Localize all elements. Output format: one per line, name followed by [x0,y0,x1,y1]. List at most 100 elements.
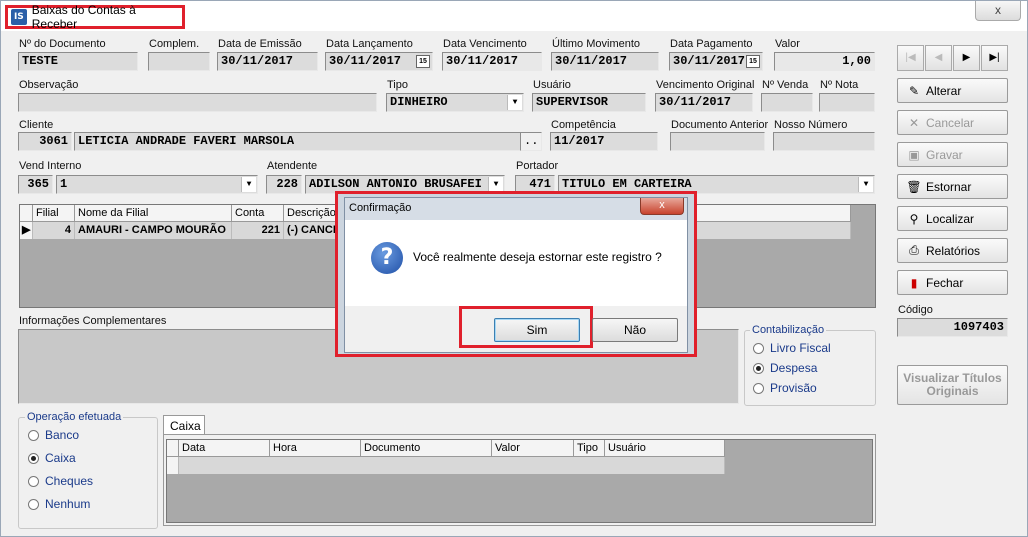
num-nota-field[interactable] [819,93,875,112]
no-button[interactable]: Não [592,318,678,342]
fechar-button[interactable]: ▮ Fechar [897,270,1008,295]
grid-header[interactable]: Valor [492,440,574,457]
label-vend-interno: Vend Interno [19,160,82,172]
usuario-field[interactable]: SUPERVISOR [532,93,646,112]
data-lanc-field[interactable]: 30/11/2017 15 [325,52,433,71]
search-icon: ⚲ [909,211,919,226]
grid-header[interactable]: Hora [270,440,361,457]
label-cliente: Cliente [19,119,54,131]
calendar-icon[interactable]: 15 [746,55,760,68]
num-venda-field[interactable] [761,93,813,112]
radio-nenhum[interactable]: Nenhum [28,497,90,511]
row-selector-icon: ▶ [20,222,33,239]
grid-cell[interactable]: 221 [232,222,284,239]
grid-cell[interactable]: 4 [33,222,75,239]
calendar-icon[interactable]: 15 [416,55,430,68]
label-usuario: Usuário [533,79,571,91]
num-doc-field[interactable]: TESTE [18,52,138,71]
operacao-title: Operação efetuada [25,411,124,423]
radio-cheques[interactable]: Cheques [28,474,93,488]
chevron-down-icon[interactable]: ▼ [488,177,503,192]
prev-record-button[interactable]: ◀ [925,45,952,71]
label-data-pag: Data Pagamento [670,38,753,50]
dialog-title: Confirmação [345,198,687,220]
printer-icon: ⎙ [909,243,919,257]
tab-caixa[interactable]: Caixa [163,415,205,435]
doc-anterior-field[interactable] [670,132,765,151]
data-venc-field[interactable]: 30/11/2017 [442,52,542,71]
atend-code-field[interactable]: 228 [266,175,302,194]
gravar-label: Gravar [926,147,963,162]
label-data-emissao: Data de Emissão [218,38,302,50]
label-data-lanc: Data Lançamento [326,38,413,50]
tipo-select[interactable]: DINHEIRO ▼ [386,93,524,112]
grid-cell[interactable]: AMAURI - CAMPO MOURÃO [75,222,232,239]
atend-value: ADILSON ANTONIO BRUSAFEI [309,177,482,191]
data-emissao-field[interactable]: 30/11/2017 [217,52,318,71]
window-close-button[interactable]: x [975,1,1021,21]
label-venc-orig: Vencimento Original [656,79,755,91]
radio-provisao[interactable]: Provisão [753,381,817,395]
vend-select[interactable]: 1 ▼ [56,175,258,194]
cliente-code-field[interactable]: 3061 [18,132,72,151]
competencia-field[interactable]: 11/2017 [550,132,658,151]
grid-header[interactable]: Conta [232,205,284,222]
grid-header[interactable]: Usuário [605,440,725,457]
vend-code-field[interactable]: 365 [18,175,53,194]
nosso-numero-field[interactable] [773,132,875,151]
data-pag-field[interactable]: 30/11/2017 15 [669,52,763,71]
dialog-close-button[interactable]: x [640,198,684,215]
cliente-name-field[interactable]: LETICIA ANDRADE FAVERI MARSOLA [74,132,542,151]
grid-row[interactable] [179,457,725,474]
cancelar-button[interactable]: ✕ Cancelar [897,110,1008,135]
visualizar-titulos-button[interactable]: Visualizar Títulos Originais [897,365,1008,405]
tipo-value: DINHEIRO [390,95,448,109]
label-num-venda: Nº Venda [762,79,809,91]
relatorios-button[interactable]: ⎙ Relatórios [897,238,1008,263]
next-record-button[interactable]: ▶ [953,45,980,71]
radio-caixa[interactable]: Caixa [28,451,76,465]
vend-value: 1 [60,177,68,191]
grid-header[interactable]: Nome da Filial [75,205,232,222]
window-title: Baixas do Contas à Receber [31,3,136,31]
caixa-grid: Data Hora Documento Valor Tipo Usuário [166,439,873,523]
chevron-down-icon[interactable]: ▼ [507,95,522,110]
codigo-field[interactable]: 1097403 [897,318,1008,337]
complem-field[interactable] [148,52,210,71]
ultimo-mov-field[interactable]: 30/11/2017 [551,52,659,71]
radio-banco[interactable]: Banco [28,428,79,442]
label-num-doc: Nº do Documento [19,38,106,50]
grid-header[interactable]: Documento [361,440,492,457]
chevron-down-icon[interactable]: ▼ [241,177,256,192]
data-lanc-value: 30/11/2017 [329,54,402,68]
localizar-button[interactable]: ⚲ Localizar [897,206,1008,231]
label-data-venc: Data Vencimento [443,38,527,50]
label-doc-anterior: Documento Anterior [671,119,769,131]
observacao-field[interactable] [18,93,377,112]
label-info-compl: Informações Complementares [19,315,167,327]
contabilizacao-title: Contabilização [750,324,827,336]
grid-header[interactable]: Data [179,440,270,457]
venc-orig-field[interactable]: 30/11/2017 [655,93,753,112]
radio-circle [753,382,764,394]
alterar-button[interactable]: ✎ Alterar [897,78,1008,103]
label-complem: Complem. [149,38,200,50]
gravar-button[interactable]: ▣ Gravar [897,142,1008,167]
grid-header[interactable]: Filial [33,205,75,222]
valor-field[interactable]: 1,00 [774,52,875,71]
chevron-down-icon[interactable]: ▼ [858,177,873,192]
last-record-button[interactable]: ▶| [981,45,1008,71]
cliente-search-button[interactable]: ... [520,132,542,151]
estornar-button[interactable]: 🗑 Estornar [897,174,1008,199]
trash-icon: 🗑 [906,179,922,194]
radio-label: Despesa [770,361,818,375]
first-record-button[interactable]: |◀ [897,45,924,71]
window-title-area: IS Baixas do Contas à Receber [5,3,185,31]
radio-despesa[interactable]: Despesa [753,361,817,375]
portador-value: TITULO EM CARTEIRA [562,177,692,191]
radio-livro-fiscal[interactable]: Livro Fiscal [753,341,831,355]
cancel-icon: ✕ [908,115,920,130]
grid-header[interactable]: Tipo [574,440,605,457]
yes-button[interactable]: Sim [494,318,580,342]
alterar-label: Alterar [926,83,962,98]
